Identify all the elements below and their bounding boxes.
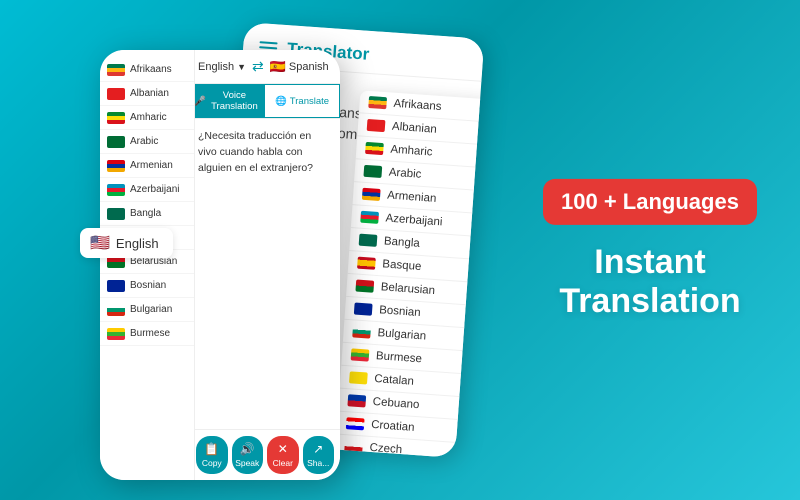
dropdown-arrow-icon: ▼ [237,62,246,72]
flag-albanian [367,119,386,132]
list-item[interactable]: Bangla [100,202,194,226]
copy-icon: 📋 [204,442,219,456]
copy-button[interactable]: 📋 Copy [196,436,228,474]
flag-croatian [346,417,365,430]
language-bar: English ▼ ⇄ 🇪🇸 Spanish [190,50,340,84]
mic-icon: 🎤 [194,96,206,107]
flag-cebuano [347,394,366,407]
flag-armenian [107,160,125,172]
target-lang-label: Spanish [289,61,329,73]
flag-catalan [349,371,368,384]
flag-bulgarian [352,325,371,338]
flag-amharic [107,112,125,124]
translator-tabs: 🎤 Voice Translation 🌐 Translate [190,84,340,119]
list-item[interactable]: Bulgarian [100,298,194,322]
phone-front: Afrikaans Albanian Amharic Arabic Armeni… [100,50,340,480]
english-label: English [116,236,159,251]
flag-arabic [107,136,125,148]
flag-bangla [359,234,378,247]
flag-belarusian [355,280,374,293]
list-item[interactable]: Albanian [100,82,194,106]
flag-armenian [362,188,381,201]
flag-bulgarian [107,304,125,316]
action-buttons: 📋 Copy 🔊 Speak ✕ Clear ↗ Sha... [190,429,340,480]
share-button[interactable]: ↗ Sha... [303,436,335,474]
flag-afrikaans [107,64,125,76]
flag-afrikaans [368,96,387,109]
speaker-icon: 🔊 [240,442,255,456]
flag-bosnian [107,280,125,292]
right-panel: 100 + Languages InstantTranslation [540,179,760,321]
flag-azerbaijani [360,211,379,224]
list-item[interactable]: Amharic [100,106,194,130]
flag-burmese [107,328,125,340]
swap-languages-icon[interactable]: ⇄ [252,58,264,75]
flag-arabic [363,165,382,178]
clear-icon: ✕ [278,442,288,456]
list-item[interactable]: Arabic [100,130,194,154]
translate-icon: 🌐 [275,96,287,107]
languages-count-badge: 100 + Languages [543,179,757,225]
instant-translation-title: InstantTranslation [540,243,760,321]
tab-voice-translation[interactable]: 🎤 Voice Translation [190,84,264,118]
list-item[interactable]: Burmese [100,322,194,346]
flag-basque [357,257,376,270]
flag-azerbaijani [107,184,125,196]
flag-czech [344,440,363,453]
tab-text-translation[interactable]: 🌐 Translate [264,84,340,118]
list-item[interactable]: Afrikaans [100,58,194,82]
flag-albanian [107,88,125,100]
flag-bangla [107,208,125,220]
translated-text: ¿Necesita traducción en vivo cuando habl… [190,119,340,429]
list-item[interactable]: Armenian [100,154,194,178]
target-language-selector[interactable]: 🇪🇸 Spanish [270,59,329,75]
source-lang-label: English [198,61,234,73]
list-item[interactable]: Azerbaijani [100,178,194,202]
clear-button[interactable]: ✕ Clear [267,436,299,474]
source-language-selector[interactable]: English ▼ [198,61,246,73]
translator-ui: English ▼ ⇄ 🇪🇸 Spanish 🎤 Voice Translati… [190,50,340,480]
flag-english-badge: 🇺🇸 [90,233,110,253]
list-item[interactable]: Bosnian [100,274,194,298]
flag-amharic [365,142,384,155]
share-icon: ↗ [313,442,323,456]
speak-button[interactable]: 🔊 Speak [232,436,264,474]
language-list-left: Afrikaans Albanian Amharic Arabic Armeni… [100,50,195,480]
english-language-badge: 🇺🇸 English [80,228,173,258]
flag-bosnian [354,302,373,315]
flag-burmese [351,348,370,361]
